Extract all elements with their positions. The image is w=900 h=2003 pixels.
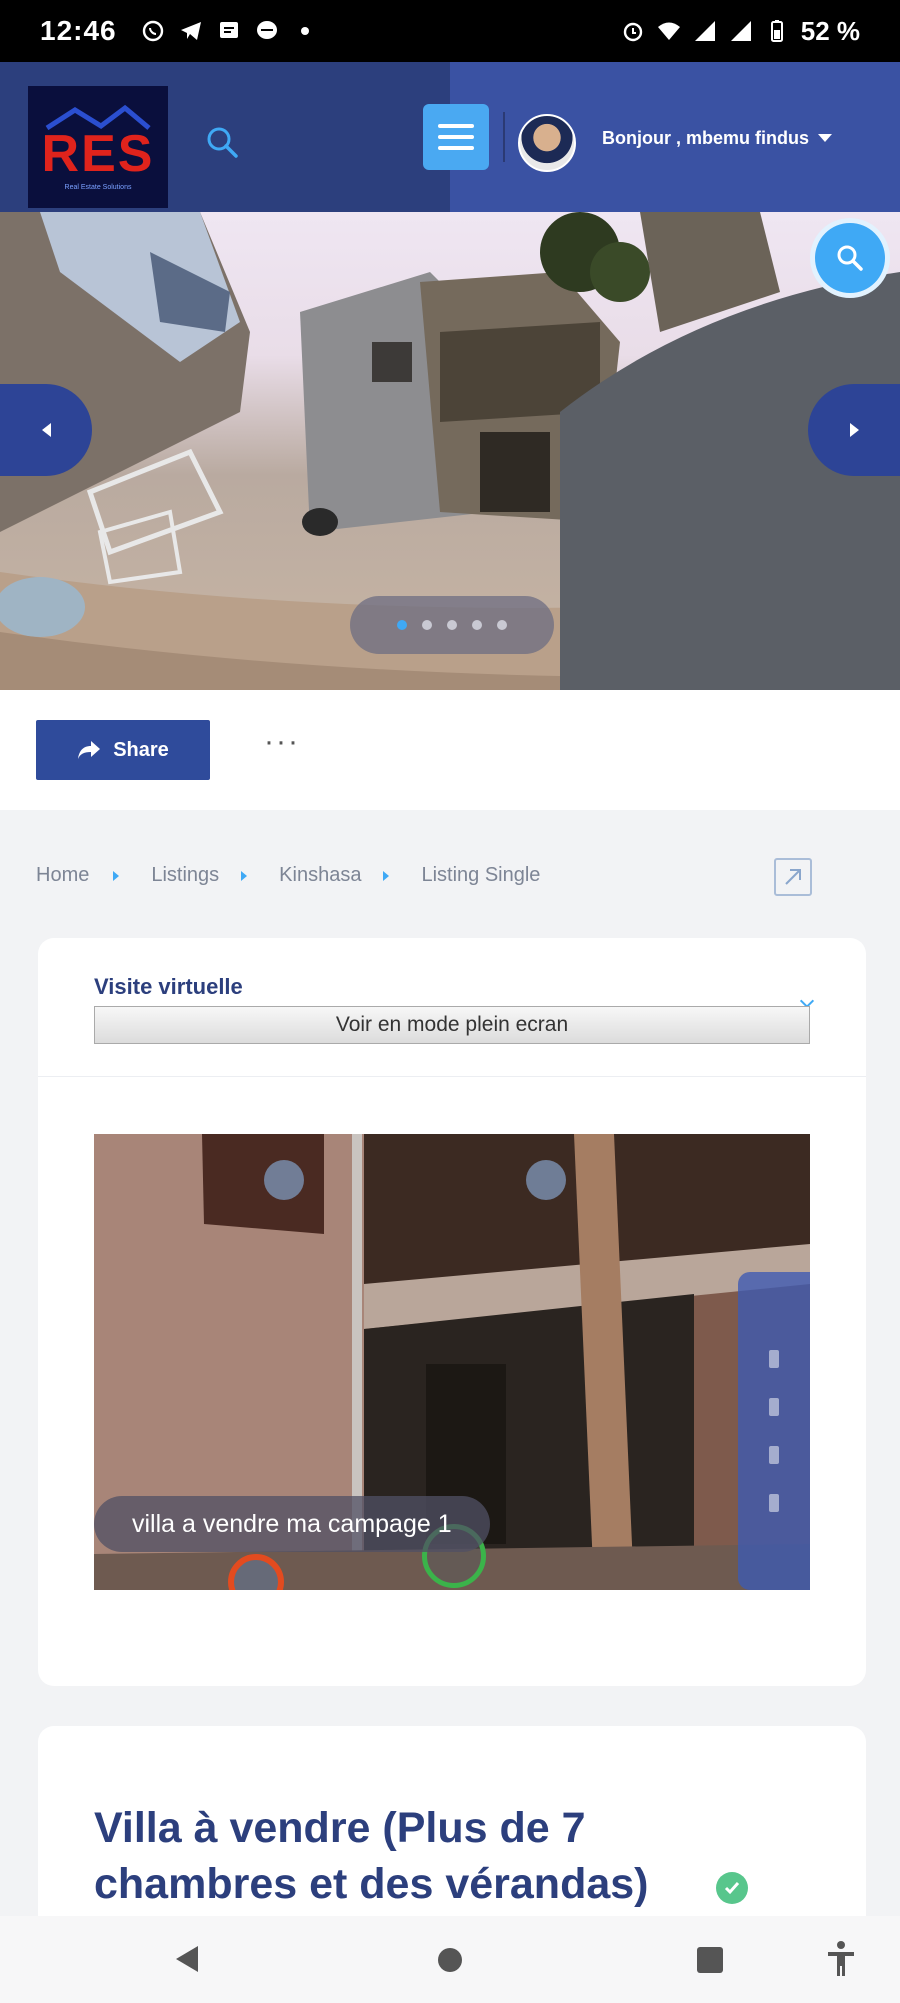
- header-divider: [503, 112, 505, 162]
- verified-icon: [716, 1872, 748, 1904]
- breadcrumb-city[interactable]: Kinshasa: [279, 864, 361, 887]
- status-time: 12:46: [40, 15, 117, 46]
- page: 12:46 52 % RES Real Estate Solutions Bon…: [0, 0, 900, 2003]
- menu-bar: [438, 135, 474, 139]
- share-button[interactable]: Share: [36, 720, 210, 780]
- hero-prev-button[interactable]: [0, 384, 92, 476]
- panorama-hotspot[interactable]: [526, 1160, 566, 1200]
- battery-icon: [770, 20, 783, 42]
- search-icon[interactable]: [204, 124, 240, 160]
- panorama-viewer[interactable]: villa a vendre ma campage 1: [94, 1134, 810, 1590]
- share-icon: [78, 741, 101, 759]
- logo-subtitle: Real Estate Solutions: [64, 183, 132, 191]
- breadcrumb-home[interactable]: Home: [36, 864, 89, 887]
- panorama-caption: villa a vendre ma campage 1: [94, 1496, 490, 1552]
- toolbar-button[interactable]: [769, 1446, 779, 1464]
- search-icon: [837, 245, 863, 271]
- accessibility-icon[interactable]: [826, 1940, 856, 1978]
- panorama-hotspot[interactable]: [264, 1160, 304, 1200]
- breadcrumb-listings[interactable]: Listings: [151, 864, 219, 887]
- signal-icon-2: [730, 21, 751, 41]
- menu-bar: [438, 146, 474, 150]
- more-options-button[interactable]: ···: [264, 727, 300, 757]
- app-header: RES Real Estate Solutions Bonjour , mbem…: [0, 62, 900, 212]
- pagination-dot[interactable]: [472, 620, 482, 630]
- breadcrumb: Home Listings Kinshasa Listing Single: [36, 864, 540, 887]
- navigation-bar: [0, 1916, 900, 2003]
- hero-slider[interactable]: [0, 212, 900, 690]
- pagination-dot[interactable]: [422, 620, 432, 630]
- panorama-toolbar: [738, 1272, 810, 1590]
- message-icon: [219, 22, 238, 38]
- back-icon[interactable]: [176, 1946, 198, 1972]
- hero-next-button[interactable]: [808, 384, 900, 476]
- menu-bar: [438, 124, 474, 128]
- share-label: Share: [113, 738, 169, 761]
- status-bar: 12:46 52 %: [0, 0, 900, 62]
- toolbar-button[interactable]: [769, 1494, 779, 1512]
- fullscreen-button[interactable]: Voir en mode plein ecran: [94, 1006, 810, 1044]
- external-link-icon: [785, 869, 801, 885]
- caret-down-icon[interactable]: [818, 134, 832, 142]
- notification-icons: [141, 19, 317, 43]
- breadcrumb-separator-icon: [383, 870, 390, 881]
- wifi-icon: [657, 22, 680, 40]
- avatar[interactable]: [518, 114, 576, 172]
- alarm-icon: [623, 22, 642, 42]
- arrow-right-icon: [849, 423, 859, 437]
- signal-icon: [694, 21, 715, 41]
- system-status: 52 %: [621, 16, 860, 47]
- arrow-left-icon: [41, 423, 51, 437]
- divider: [38, 1076, 866, 1077]
- listing-title: Villa à vendre (Plus de 7 chambres et de…: [94, 1804, 649, 1908]
- hero-search-button[interactable]: [810, 218, 890, 298]
- breadcrumb-separator-icon: [113, 870, 120, 881]
- breadcrumb-separator-icon: [241, 870, 248, 881]
- logo-text: RES: [41, 124, 155, 183]
- telegram-icon: [180, 22, 201, 40]
- pagination-dot[interactable]: [497, 620, 507, 630]
- virtual-tour-title: Visite virtuelle: [94, 974, 243, 999]
- home-icon[interactable]: [438, 1948, 462, 1972]
- recents-icon[interactable]: [697, 1947, 723, 1973]
- messenger-icon: [256, 21, 277, 39]
- action-row: Share ···: [0, 690, 900, 810]
- pagination-dot[interactable]: [447, 620, 457, 630]
- user-greeting[interactable]: Bonjour , mbemu findus: [602, 128, 809, 149]
- pagination-dot[interactable]: [397, 620, 407, 630]
- site-logo[interactable]: RES Real Estate Solutions: [28, 86, 168, 208]
- menu-button[interactable]: [423, 104, 489, 170]
- breadcrumb-current: Listing Single: [421, 864, 541, 886]
- dot-icon: [300, 27, 309, 35]
- toolbar-button[interactable]: [769, 1350, 779, 1368]
- battery-percent: 52 %: [800, 15, 860, 46]
- hero-pagination: [350, 596, 554, 654]
- virtual-tour-card: Visite virtuelle Voir en mode plein ecra…: [38, 938, 866, 1686]
- whatsapp-icon: [142, 20, 163, 42]
- toolbar-button[interactable]: [769, 1398, 779, 1416]
- external-link-button[interactable]: [774, 858, 812, 896]
